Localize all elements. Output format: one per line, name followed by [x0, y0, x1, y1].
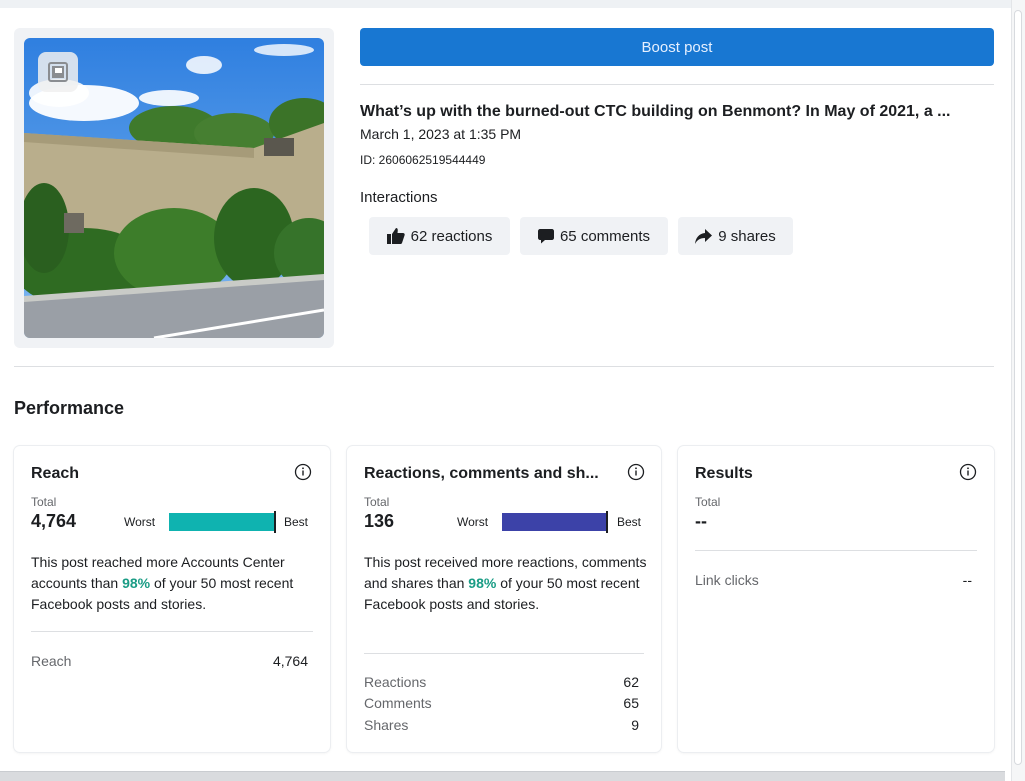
engagement-total-value: 136	[364, 511, 395, 531]
engagement-card: Reactions, comments and sh... Total 136 …	[347, 446, 661, 752]
shares-chip[interactable]: 9 shares	[678, 217, 793, 255]
top-strip	[0, 0, 1025, 8]
comments-row-label: Comments	[364, 695, 432, 711]
divider	[695, 550, 977, 551]
comments-row-value: 65	[623, 695, 639, 711]
reach-row-label: Reach	[31, 653, 72, 669]
engagement-percentile-bar	[502, 511, 609, 533]
image-icon	[38, 52, 78, 92]
results-title: Results	[695, 465, 753, 482]
link-clicks-label: Link clicks	[695, 572, 759, 588]
comment-icon	[537, 229, 554, 244]
info-icon[interactable]	[627, 463, 645, 481]
shares-count: 9 shares	[718, 227, 776, 245]
results-total-value: --	[695, 511, 707, 531]
reach-title: Reach	[31, 465, 80, 482]
reactions-row-value: 62	[623, 674, 639, 690]
reach-percentile-bar	[169, 511, 277, 533]
post-title[interactable]: What’s up with the burned-out CTC buildi…	[360, 103, 994, 121]
shares-row-value: 9	[631, 717, 639, 733]
scrollbar-thumb[interactable]	[1014, 10, 1022, 765]
reach-total-value: 4,764	[31, 511, 77, 531]
reach-bar-fill	[169, 513, 275, 531]
divider	[31, 631, 313, 632]
divider	[364, 653, 644, 654]
thumbs-up-icon	[386, 228, 405, 244]
engagement-description: This post received more reactions, comme…	[364, 554, 647, 612]
reactions-count: 62 reactions	[410, 227, 493, 245]
reach-worst-label: Worst	[124, 515, 156, 529]
link-clicks-value: --	[962, 572, 972, 588]
section-divider	[14, 366, 994, 367]
reach-best-label: Best	[284, 515, 309, 529]
comments-chip[interactable]: 65 comments	[520, 217, 668, 255]
interactions-heading: Interactions	[360, 189, 438, 206]
info-icon[interactable]	[294, 463, 312, 481]
boost-post-button[interactable]: Boost post	[360, 28, 994, 66]
reach-description: This post reached more Accounts Center a…	[31, 554, 294, 612]
engagement-total-label: Total	[364, 495, 390, 509]
horizontal-scrollbar[interactable]	[0, 771, 1005, 781]
engagement-best-label: Best	[617, 515, 642, 529]
reach-total-label: Total	[31, 495, 57, 509]
reach-percentile: 98%	[122, 575, 151, 591]
reactions-chip[interactable]: 62 reactions	[369, 217, 510, 255]
divider	[360, 84, 994, 85]
engagement-percentile: 98%	[468, 575, 497, 591]
engagement-title: Reactions, comments and sh...	[364, 465, 599, 482]
engagement-worst-label: Worst	[457, 515, 489, 529]
reach-bar-marker	[274, 511, 276, 533]
engagement-bar-fill	[502, 513, 607, 531]
post-date: March 1, 2023 at 1:35 PM	[360, 126, 522, 142]
results-card: Results Total -- Link clicks --	[678, 446, 994, 752]
engagement-bar-marker	[606, 511, 608, 533]
reactions-row-label: Reactions	[364, 674, 427, 690]
shares-row-label: Shares	[364, 717, 409, 733]
results-total-label: Total	[695, 495, 721, 509]
comments-count: 65 comments	[559, 227, 651, 245]
vertical-scrollbar[interactable]	[1011, 0, 1025, 781]
info-icon[interactable]	[959, 463, 977, 481]
reach-card: Reach Total 4,764 Worst Best This post r…	[14, 446, 330, 752]
performance-heading: Performance	[14, 398, 125, 418]
reach-row-value: 4,764	[272, 653, 308, 669]
share-arrow-icon	[695, 228, 713, 244]
post-id: ID: 2606062519544449	[360, 153, 486, 167]
